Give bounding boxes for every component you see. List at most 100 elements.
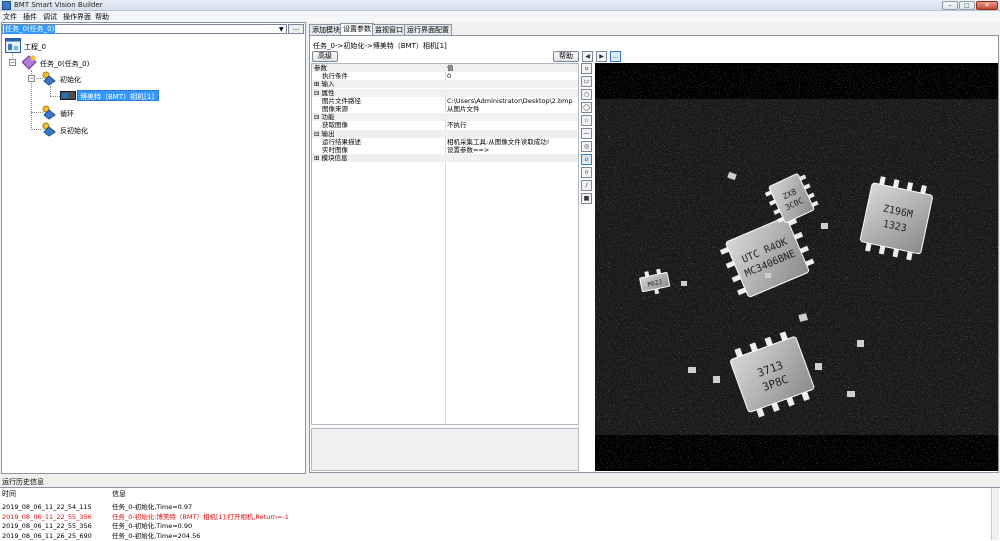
menu-file[interactable]: 文件 — [3, 12, 17, 22]
grid-row-param: ⊞ 输入 — [314, 80, 335, 89]
property-grid: 参数 值 执行条件 0 ⊞ 输入 ⊟ 属性 图片文件路径 C:\Users\Adminis… — [311, 63, 579, 425]
tab-runtime-ui-config[interactable]: 运行界面配置 — [404, 24, 452, 35]
grid-row[interactable]: ⊞ 输入 — [312, 80, 578, 89]
log-col-time: 时间 — [2, 490, 16, 498]
grid-row[interactable]: ⊟ 功能 — [312, 113, 578, 122]
grid-row-value: 从图片文件 — [447, 105, 480, 113]
grid-row[interactable]: ⊞ 模块信息 — [312, 154, 578, 163]
log-row: 2019_08_06_11_26_25_690 任务_0-初始化,Time=204… — [0, 532, 990, 541]
deinit-icon — [42, 122, 56, 137]
grid-row[interactable]: ⊟ 输出 — [312, 129, 578, 138]
chevron-down-icon[interactable]: ▼ — [279, 25, 284, 34]
grid-row-value: C:\Users\Administrator\Desktop\2.bmp — [447, 96, 573, 105]
loop-icon — [42, 105, 56, 120]
magnet-icon[interactable]: ∪ — [581, 154, 592, 165]
tree-item-init[interactable]: 初始化 — [60, 75, 81, 85]
grid-row-value: 0 — [447, 72, 452, 81]
collapse-icon[interactable]: − — [28, 75, 35, 82]
grid-row[interactable]: ⊟ 属性 — [312, 88, 578, 97]
viewer-toolbar: ▫ ▭ ○ ◯ ☆ — ◎ ∪ ∩ / ■ — [581, 63, 593, 223]
tree-item-task[interactable]: 任务_0(任务_0) — [40, 59, 89, 69]
log-scrollbar[interactable] — [991, 488, 999, 540]
tab-monitor-window[interactable]: 监视窗口 — [372, 24, 406, 35]
grid-header-value: 值 — [447, 64, 454, 72]
log-row-message: 任务_0-初始化,Time=0.97 — [112, 503, 193, 511]
advanced-button[interactable]: 高级 — [312, 51, 338, 62]
next-icon[interactable]: ▶ — [596, 51, 607, 62]
grid-row-param: 运行结果描述 — [322, 137, 361, 146]
log-col-message: 信息 — [112, 490, 126, 498]
log-row-time: 2019_08_06_11_22_55_356 — [2, 522, 92, 530]
grid-row[interactable]: 图片文件路径 C:\Users\Administrator\Desktop\2.b… — [312, 97, 578, 105]
grid-row-param: 获取图像 — [322, 121, 348, 130]
line-icon[interactable]: — — [581, 128, 592, 139]
tree-item-camera-label: 博美特（BMT）相机[1] — [80, 93, 155, 101]
grid-row-param: ⊟ 功能 — [314, 113, 335, 122]
window-title: BMT Smart Vision Builder — [14, 1, 103, 9]
grid-row-param: ⊟ 属性 — [314, 88, 335, 97]
grid-row[interactable]: 获取图像 不执行 — [312, 121, 578, 129]
log-row-time: 2019_08_06_11_22_54_115 — [2, 503, 92, 511]
tree-item-camera-selected[interactable]: 博美特（BMT）相机[1] — [77, 90, 159, 101]
grid-row-param: ⊞ 模块信息 — [314, 154, 348, 163]
init-icon — [42, 71, 56, 86]
help-button[interactable]: 帮助 — [553, 51, 579, 62]
grid-row-param: 图片文件路径 — [322, 96, 361, 105]
log-row: 2019_08_06_11_22_54_115 任务_0-初始化,Time=0.9… — [0, 503, 990, 512]
grid-row[interactable]: 执行条件 0 — [312, 72, 578, 80]
close-button[interactable]: ✕ — [976, 1, 998, 10]
minimize-button[interactable]: – — [942, 1, 958, 10]
ellipse-icon[interactable]: ◯ — [581, 102, 592, 113]
arc-icon[interactable]: ∩ — [581, 167, 592, 178]
grid-row-param: 实时图像 — [322, 146, 348, 154]
image-viewer[interactable]: UTC R4OK MC3406BNE ZX8 3C0C Z196M 1323 3… — [595, 63, 998, 471]
tree-item-deinit[interactable]: 反初始化 — [60, 126, 88, 136]
menu-bar: 文件 插件 调试 操作界面 帮助 — [0, 11, 1000, 22]
collapse-icon[interactable]: − — [9, 59, 16, 66]
grid-row-param: ⊟ 输出 — [314, 129, 335, 138]
pointer-icon[interactable]: ▫ — [581, 63, 592, 74]
menu-help[interactable]: 帮助 — [95, 12, 109, 22]
menu-debug[interactable]: 调试 — [43, 12, 57, 22]
log-row-time: 2019_08_06_11_22_55_356 — [2, 512, 92, 521]
grid-row-param: 图像来源 — [322, 105, 348, 113]
title-bar — [0, 0, 1000, 11]
log-row: 2019_08_06_11_22_55_356 任务_0-初始化:博美特（BMT）… — [0, 513, 990, 522]
menu-plugins[interactable]: 插件 — [23, 12, 37, 22]
grid-row-value: 不执行 — [447, 121, 467, 130]
task-select[interactable]: 任务_0(任务_0) ▼ — [2, 24, 287, 34]
pen-icon[interactable]: / — [581, 180, 592, 191]
app-icon — [2, 1, 11, 10]
circle-icon[interactable]: ○ — [581, 89, 592, 100]
log-row-time: 2019_08_06_11_26_25_690 — [2, 531, 92, 540]
log-title: 运行历史信息 — [0, 477, 1000, 487]
project-icon — [5, 38, 21, 53]
rect-icon[interactable]: ▭ — [581, 76, 592, 87]
more-button[interactable]: ... — [610, 51, 621, 62]
task-select-value: 任务_0(任务_0) — [4, 25, 56, 34]
grid-header-param: 参数 — [314, 64, 327, 72]
tree-line — [50, 86, 51, 96]
maximize-button[interactable]: □ — [959, 1, 975, 10]
task-icon — [22, 55, 37, 70]
grid-row-value: 相机采集工具:从图像文件读取成功! — [447, 137, 550, 146]
log-row-message: 任务_0-初始化,Time=0.90 — [112, 522, 193, 530]
tab-set-params[interactable]: 设置参数 — [340, 23, 374, 35]
breadcrumb: 任务_0->初始化->博美特（BMT）相机[1] — [313, 42, 447, 50]
task-more-button[interactable]: ... — [288, 24, 304, 34]
grid-row[interactable]: 实时图像 设置参数==> — [312, 146, 578, 154]
log-row-message: 任务_0-初始化,Time=204.56 — [112, 531, 201, 540]
tree-item-loop[interactable]: 循环 — [60, 109, 74, 119]
grid-row[interactable]: 运行结果描述 相机采集工具:从图像文件读取成功! — [312, 138, 578, 146]
stop-icon[interactable]: ■ — [581, 193, 592, 204]
grid-row[interactable]: 图像来源 从图片文件 — [312, 105, 578, 113]
tab-add-module[interactable]: 添加模块 — [309, 24, 343, 35]
tab-bar: 添加模块 设置参数 监视窗口 运行界面配置 — [309, 23, 452, 35]
star-icon[interactable]: ☆ — [581, 115, 592, 126]
prev-icon[interactable]: ◀ — [582, 51, 593, 62]
target-icon[interactable]: ◎ — [581, 141, 592, 152]
log-row: 2019_08_06_11_22_55_356 任务_0-初始化,Time=0.9… — [0, 522, 990, 531]
menu-operation-ui[interactable]: 操作界面 — [63, 12, 91, 22]
camera-image: UTC R4OK MC3406BNE ZX8 3C0C Z196M 1323 3… — [595, 63, 998, 471]
tree-item-project[interactable]: 工程_0 — [24, 42, 46, 52]
